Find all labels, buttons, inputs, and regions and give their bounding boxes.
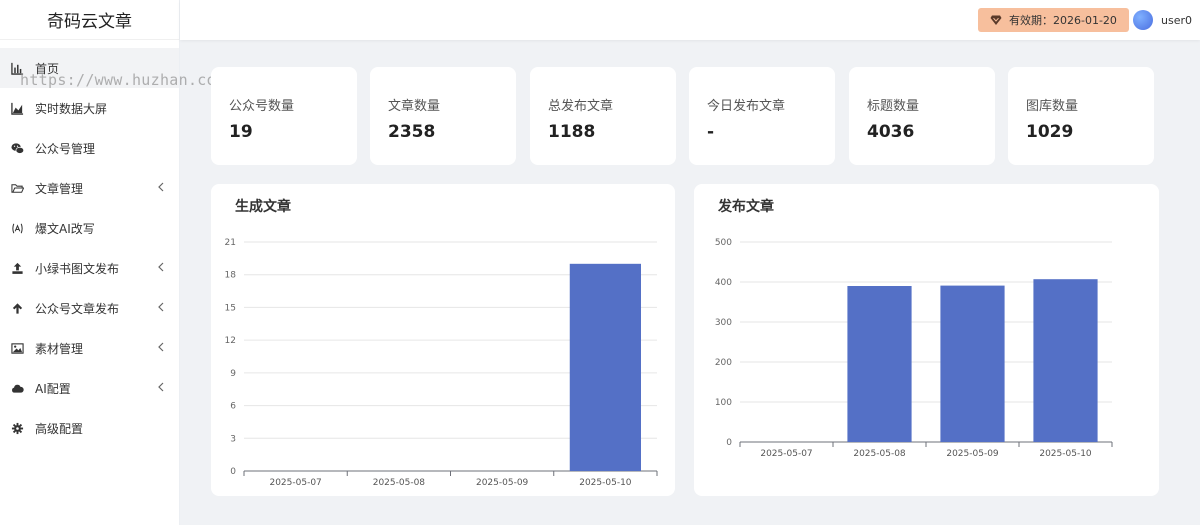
expiry-text: 有效期：2026-01-20 xyxy=(1009,14,1117,27)
chevron-left-icon xyxy=(157,302,165,315)
stat-value: 1188 xyxy=(548,122,596,142)
user-menu[interactable]: user0 xyxy=(1133,10,1192,30)
chevron-left-icon xyxy=(157,262,165,275)
y-tick-label: 3 xyxy=(230,434,236,444)
stat-label: 总发布文章 xyxy=(548,99,614,114)
stat-value: 4036 xyxy=(867,122,915,142)
x-tick-label: 2025-05-08 xyxy=(853,449,906,459)
x-tick-label: 2025-05-07 xyxy=(760,449,812,459)
chevron-left-icon xyxy=(157,342,165,355)
sidebar-item-wechat-article-publish[interactable]: 公众号文章发布 xyxy=(0,288,179,328)
sidebar-item-ai-rewrite[interactable]: 爆文AI改写 xyxy=(0,208,179,248)
sidebar-item-material-management[interactable]: 素材管理 xyxy=(0,328,179,368)
upload-icon xyxy=(10,261,24,275)
avatar[interactable] xyxy=(1133,10,1153,30)
cloud-icon xyxy=(10,381,24,395)
stat-card-title-count: 标题数量 4036 xyxy=(849,67,995,165)
stat-label: 今日发布文章 xyxy=(707,99,786,114)
y-tick-label: 9 xyxy=(230,369,236,379)
stat-label: 图库数量 xyxy=(1026,99,1079,114)
stat-value: 19 xyxy=(229,122,253,142)
sidebar-item-label: 实时数据大屏 xyxy=(35,101,108,116)
gear-icon xyxy=(10,421,24,435)
sidebar-item-label: 素材管理 xyxy=(35,341,84,356)
y-tick-label: 400 xyxy=(715,278,732,288)
stat-value: 2358 xyxy=(388,122,436,142)
stat-card-total-published: 总发布文章 1188 xyxy=(530,67,676,165)
y-tick-label: 21 xyxy=(225,238,236,248)
folder-open-icon xyxy=(10,181,24,195)
wechat-icon xyxy=(10,141,24,155)
sidebar-item-label: 文章管理 xyxy=(35,181,84,196)
expiry-badge[interactable]: 有效期：2026-01-20 xyxy=(978,8,1129,32)
chevron-left-icon xyxy=(157,182,165,195)
published-articles-chart: 0 100 200 300 400 500 2025-05-07 2025-05-08 2025… xyxy=(715,238,1113,459)
stat-card-gallery-count: 图库数量 1029 xyxy=(1008,67,1154,165)
sidebar-item-label: 爆文AI改写 xyxy=(35,221,95,236)
bar xyxy=(940,285,1005,442)
sidebar-item-xiaolvshu-publish[interactable]: 小绿书图文发布 xyxy=(0,248,179,288)
x-tick-label: 2025-05-10 xyxy=(579,478,632,488)
y-tick-label: 200 xyxy=(715,358,732,368)
stat-label: 标题数量 xyxy=(867,99,920,114)
sidebar-item-wechat-accounts[interactable]: 公众号管理 xyxy=(0,128,179,168)
stat-card-today-published: 今日发布文章 - xyxy=(689,67,835,165)
chevron-left-icon xyxy=(157,382,165,395)
x-tick-label: 2025-05-10 xyxy=(1039,449,1092,459)
sidebar-item-label: 高级配置 xyxy=(35,421,84,436)
image-icon xyxy=(10,341,24,355)
sidebar-item-article-management[interactable]: 文章管理 xyxy=(0,168,179,208)
username: user0 xyxy=(1161,13,1192,27)
bar xyxy=(847,286,912,442)
sidebar-item-realtime-dashboard[interactable]: 实时数据大屏 xyxy=(0,88,179,128)
y-tick-label: 0 xyxy=(726,438,732,448)
area-chart-icon xyxy=(10,101,24,115)
stat-label: 文章数量 xyxy=(388,99,441,114)
diamond-icon xyxy=(990,15,1002,25)
bar xyxy=(569,263,641,471)
x-tick-label: 2025-05-09 xyxy=(946,449,999,459)
sidebar-item-label: 小绿书图文发布 xyxy=(35,261,120,276)
sidebar-item-label: AI配置 xyxy=(35,381,71,396)
x-tick-label: 2025-05-09 xyxy=(476,478,529,488)
stat-card-wechat-accounts: 公众号数量 19 xyxy=(211,67,357,165)
y-tick-label: 6 xyxy=(230,402,236,412)
bar xyxy=(1033,279,1098,442)
chart-panel-published-articles: 发布文章 0 100 200 300 400 500 2025-05-07 2025-05-0… xyxy=(694,184,1159,496)
x-tick-label: 2025-05-07 xyxy=(269,478,321,488)
y-tick-label: 0 xyxy=(230,467,236,477)
y-tick-label: 12 xyxy=(225,336,236,346)
sidebar-item-ai-config[interactable]: AI配置 xyxy=(0,368,179,408)
y-tick-label: 15 xyxy=(225,303,236,313)
sidebar-item-label: 公众号文章发布 xyxy=(35,301,120,316)
arrow-up-icon xyxy=(10,301,24,315)
top-header: 有效期：2026-01-20 user0 xyxy=(180,0,1200,40)
y-tick-label: 18 xyxy=(225,271,237,281)
app-logo-title: 奇码云文章 xyxy=(0,0,179,40)
sidebar-item-advanced-config[interactable]: 高级配置 xyxy=(0,408,179,448)
generated-articles-chart: 0 3 6 9 12 15 18 21 2025-05-07 2025-05-08 2025-05-… xyxy=(225,238,658,488)
ai-rewrite-icon xyxy=(10,221,24,235)
sidebar-menu: 首页 实时数据大屏 公众号管理 文章管理 爆文AI改写 小绿书图文发布 公众号文… xyxy=(0,40,179,448)
stat-value: 1029 xyxy=(1026,122,1074,142)
y-tick-label: 500 xyxy=(715,238,732,248)
sidebar-item-label: 公众号管理 xyxy=(35,141,96,156)
stat-value: - xyxy=(707,122,715,142)
x-tick-label: 2025-05-08 xyxy=(373,478,426,488)
stat-card-article-count: 文章数量 2358 xyxy=(370,67,516,165)
chart-panel-generated-articles: 生成文章 0 3 6 9 12 15 18 21 2025-05-07 2025-05-08 202… xyxy=(211,184,675,496)
y-tick-label: 300 xyxy=(715,318,732,328)
stat-label: 公众号数量 xyxy=(229,99,295,114)
y-tick-label: 100 xyxy=(715,398,732,408)
